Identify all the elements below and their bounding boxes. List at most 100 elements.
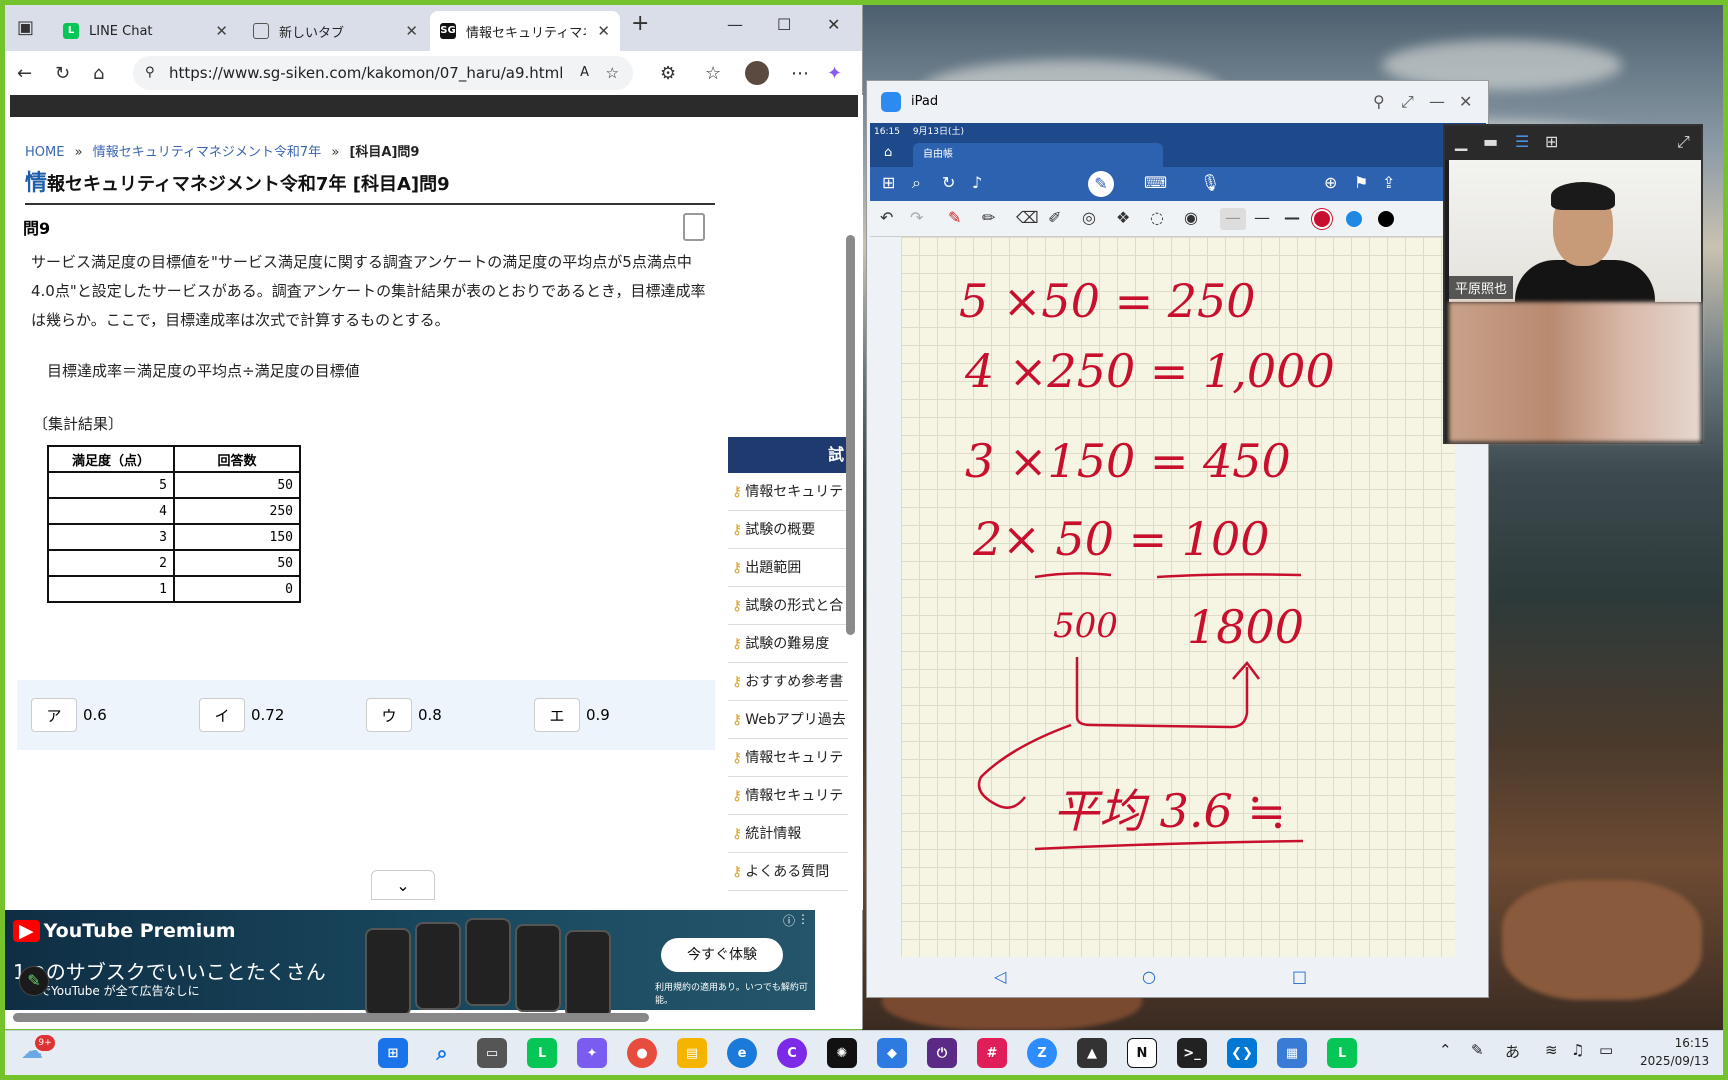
- maximize-button[interactable]: ☐: [777, 15, 791, 34]
- answer-u[interactable]: ウ 0.8: [366, 698, 442, 732]
- add-page-icon[interactable]: ⊕: [1324, 173, 1337, 192]
- calculator-icon[interactable]: [683, 213, 705, 241]
- close-window-button[interactable]: ✕: [1459, 81, 1472, 123]
- breadcrumb-parent[interactable]: 情報セキュリティマネジメント令和7年: [93, 145, 322, 160]
- redo-icon[interactable]: ↷: [910, 208, 923, 227]
- chatgpt-icon[interactable]: ✺: [827, 1038, 857, 1068]
- minimize-button[interactable]: —: [1429, 81, 1445, 123]
- youtube-ad-banner[interactable]: ▶ YouTube Premium 1つのサブスクでいいことたくさん でYouTu…: [5, 910, 815, 1018]
- stroke-medium-icon[interactable]: —: [1254, 208, 1270, 227]
- stroke-thin-icon[interactable]: —: [1220, 208, 1246, 230]
- chrome-icon[interactable]: ●: [627, 1038, 657, 1068]
- answer-key[interactable]: ア: [31, 698, 77, 732]
- handwriting-canvas[interactable]: 5 ×50 = 250 4 ×250 = 1,000 3 ×150 = 450 …: [901, 237, 1455, 957]
- wifi-icon[interactable]: ≋: [1545, 1041, 1558, 1059]
- avatar[interactable]: [745, 61, 769, 85]
- favorite-star-icon[interactable]: ☆: [606, 56, 619, 90]
- tab-new-tab[interactable]: 新しいタブ ✕: [243, 11, 428, 51]
- answer-i[interactable]: イ 0.72: [199, 698, 284, 732]
- pen-icon[interactable]: ✎: [948, 208, 961, 227]
- share-icon[interactable]: ⇪: [1382, 173, 1395, 192]
- answer-key[interactable]: イ: [199, 698, 245, 732]
- bookmark-icon[interactable]: ⚑: [1354, 173, 1368, 192]
- expand-icon[interactable]: ⤢: [1401, 81, 1414, 123]
- horizontal-scrollbar[interactable]: [13, 1013, 649, 1022]
- shape-icon[interactable]: ◎: [1082, 208, 1096, 227]
- chevron-up-icon[interactable]: ⌃: [1439, 1041, 1452, 1059]
- chevron-down-icon[interactable]: ⌄: [371, 870, 435, 900]
- extensions-icon[interactable]: ⚙: [660, 63, 676, 84]
- sidebar-item[interactable]: ⚷ おすすめ参考書: [728, 663, 848, 701]
- layout-grid-icon[interactable]: ⊞: [1545, 132, 1558, 151]
- sidebar-item[interactable]: ⚷ 情報セキュリテ: [728, 739, 848, 777]
- sidebar-item[interactable]: ⚷ 試験の概要: [728, 511, 848, 549]
- sidebar-item[interactable]: ⚷ よくある質問: [728, 853, 848, 891]
- undo-icon[interactable]: ↶: [880, 208, 893, 227]
- audio-icon[interactable]: ♪: [972, 173, 982, 192]
- stroke-thick-icon[interactable]: —: [1284, 208, 1300, 227]
- start-icon[interactable]: ⊞: [378, 1038, 408, 1068]
- highlighter-icon[interactable]: ✐: [1048, 208, 1061, 227]
- layout-single-icon[interactable]: ▬: [1483, 132, 1498, 151]
- eraser-icon[interactable]: ⌫: [1016, 208, 1039, 227]
- layout-stack-icon[interactable]: ☰: [1515, 132, 1529, 151]
- site-info-icon[interactable]: ⚲: [145, 56, 155, 90]
- battery-icon[interactable]: ▭: [1599, 1041, 1613, 1059]
- minimize-icon[interactable]: ▁: [1455, 132, 1467, 151]
- terminal-icon[interactable]: >_: [1177, 1038, 1207, 1068]
- home-icon[interactable]: ⌂: [884, 145, 892, 160]
- ad-menu-icon[interactable]: ⋮: [797, 912, 809, 926]
- sidebar-item[interactable]: ⚷ 情報セキュリテ: [728, 473, 848, 511]
- recents-square-icon[interactable]: □: [1292, 967, 1307, 986]
- answer-key[interactable]: ウ: [366, 698, 412, 732]
- home-icon[interactable]: ⌂: [93, 63, 104, 84]
- answer-a[interactable]: ア 0.6: [31, 698, 107, 732]
- clock[interactable]: 16:15 2025/09/13: [1640, 1034, 1709, 1070]
- sidebar-item[interactable]: ⚷ Webアプリ過去: [728, 701, 848, 739]
- answer-e[interactable]: エ 0.9: [534, 698, 610, 732]
- grid-icon[interactable]: ⊞: [882, 173, 895, 192]
- search-icon[interactable]: ⌕: [427, 1038, 457, 1068]
- app-icon[interactable]: ◆: [877, 1038, 907, 1068]
- back-triangle-icon[interactable]: ◁: [994, 967, 1006, 986]
- tab-sg-siken[interactable]: SG 情報セキュリティマネジ ✕: [430, 11, 620, 51]
- vscode-icon[interactable]: ❮❯: [1227, 1038, 1257, 1068]
- color-black-icon[interactable]: [1378, 211, 1394, 227]
- sidebar-item[interactable]: ⚷ 試験の形式と合: [728, 587, 848, 625]
- home-circle-icon[interactable]: ○: [1142, 967, 1156, 986]
- sidebar-item[interactable]: ⚷ 出題範囲: [728, 549, 848, 587]
- close-icon[interactable]: ✕: [215, 22, 228, 40]
- power-icon[interactable]: ⏻: [927, 1038, 957, 1068]
- image-icon[interactable]: ❖: [1116, 208, 1130, 227]
- lasso-icon[interactable]: ◌: [1150, 208, 1164, 227]
- fullscreen-icon[interactable]: ⤢: [1677, 132, 1690, 152]
- color-blue-icon[interactable]: [1346, 211, 1362, 227]
- rotate-icon[interactable]: ↻: [942, 173, 955, 192]
- line-icon[interactable]: L: [1327, 1038, 1357, 1068]
- url-input[interactable]: ⚲ https://www.sg-siken.com/kakomon/07_ha…: [133, 56, 633, 90]
- app-icon[interactable]: ▲: [1077, 1038, 1107, 1068]
- back-icon[interactable]: ←: [17, 63, 32, 84]
- microphone-icon[interactable]: 🎙: [1200, 173, 1220, 192]
- photos-icon[interactable]: ▦: [1277, 1038, 1307, 1068]
- copilot-icon[interactable]: ✦: [827, 63, 842, 84]
- ad-info-icon[interactable]: ⓘ: [783, 912, 795, 929]
- search-icon[interactable]: ⌕: [912, 173, 921, 193]
- favorites-icon[interactable]: ☆: [705, 63, 721, 84]
- notion-icon[interactable]: N: [1127, 1038, 1157, 1068]
- folder-icon[interactable]: ▤: [677, 1038, 707, 1068]
- more-icon[interactable]: ⋯: [791, 63, 809, 84]
- site-nav-bar[interactable]: [10, 95, 858, 117]
- refresh-icon[interactable]: ↻: [55, 63, 70, 84]
- ad-cta-button[interactable]: 今すぐ体験: [661, 938, 783, 972]
- zoom-icon[interactable]: Z: [1027, 1038, 1057, 1068]
- sidebar-item[interactable]: ⚷ 情報セキュリテ: [728, 777, 848, 815]
- minimize-button[interactable]: —: [727, 15, 743, 34]
- laser-icon[interactable]: ◉: [1184, 208, 1198, 227]
- new-tab-button[interactable]: +: [631, 11, 649, 36]
- copilot-icon[interactable]: ✦: [577, 1038, 607, 1068]
- pen-mode-icon[interactable]: ✎: [1088, 171, 1114, 197]
- close-icon[interactable]: ✕: [405, 22, 418, 40]
- tab-line-chat[interactable]: L LINE Chat ✕: [53, 11, 238, 51]
- pin-icon[interactable]: ⚲: [1373, 81, 1385, 123]
